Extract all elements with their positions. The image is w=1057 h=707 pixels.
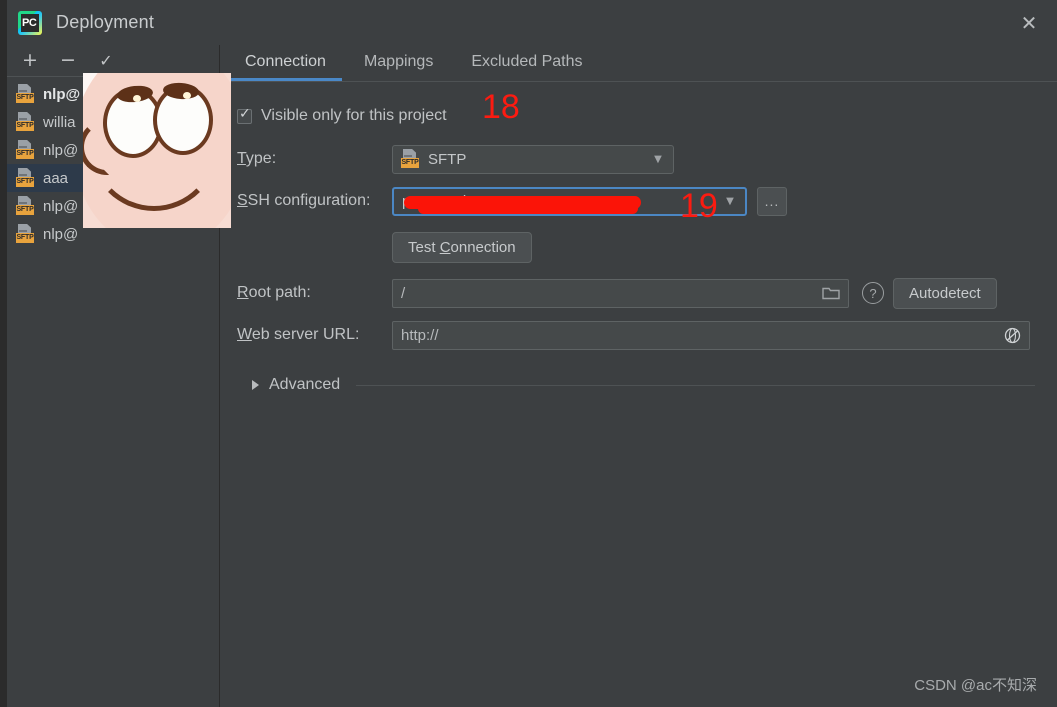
root-path-value: /: [401, 284, 406, 302]
list-item-label: nlp@: [43, 85, 81, 103]
type-combo[interactable]: SFTP SFTP ▼: [392, 144, 674, 174]
type-label: Type:: [237, 150, 277, 167]
test-connection-button[interactable]: Test Connection: [392, 231, 532, 263]
dialog-titlebar: PC Deployment ✕: [7, 0, 1057, 45]
list-item-label: nlp@: [43, 197, 79, 215]
visible-only-checkbox[interactable]: [237, 106, 252, 124]
chevron-down-icon[interactable]: ▼: [647, 154, 669, 165]
test-connection-row: Test Connection: [237, 230, 1035, 264]
type-value: SFTP: [428, 150, 467, 168]
sftp-icon: SFTP: [16, 196, 36, 216]
advanced-label: Advanced: [269, 376, 341, 393]
sftp-icon: SFTP: [401, 149, 421, 169]
annotation-number: 18: [482, 88, 520, 126]
tab-connection[interactable]: Connection: [229, 45, 342, 81]
sftp-icon: SFTP: [16, 224, 36, 244]
tab-excluded-paths[interactable]: Excluded Paths: [455, 45, 598, 81]
sftp-icon: SFTP: [16, 140, 36, 160]
tab-mappings[interactable]: Mappings: [348, 45, 449, 81]
deployment-sidebar: + − ✓ SFTP nlp@ SFTP willia SFTP nlp@ SF…: [7, 45, 231, 707]
visible-only-row: Visible only for this project: [237, 99, 1035, 133]
web-server-url-value: http://: [401, 326, 439, 344]
screenshot-root: PC Deployment ✕ + − ✓ SFTP nlp@ SFTP wil…: [0, 0, 1057, 707]
root-path-row: Root path: / ? Autodetect: [237, 276, 1035, 310]
tab-divider: [229, 81, 1057, 82]
chevron-right-icon[interactable]: [252, 380, 259, 390]
advanced-section-header[interactable]: Advanced: [237, 376, 1035, 394]
dialog-title: Deployment: [56, 12, 155, 32]
type-row: Type: SFTP SFTP ▼: [237, 142, 1035, 176]
close-icon[interactable]: ✕: [1001, 0, 1057, 45]
autodetect-button[interactable]: Autodetect: [893, 277, 997, 309]
csdn-watermark: CSDN @ac不知深: [914, 677, 1037, 694]
remove-button[interactable]: −: [57, 50, 79, 72]
help-icon[interactable]: ?: [862, 282, 884, 304]
deployment-dialog: PC Deployment ✕ + − ✓ SFTP nlp@ SFTP wil…: [6, 0, 1057, 707]
folder-icon[interactable]: [822, 286, 840, 300]
advanced-divider: [356, 384, 1035, 386]
ssh-configuration-browse-button[interactable]: ...: [757, 186, 787, 216]
web-server-url-row: Web server URL: http://: [237, 318, 1035, 352]
root-path-label: Root path:: [237, 284, 311, 301]
list-item-label: willia: [43, 113, 76, 131]
list-item-label: nlp@: [43, 141, 79, 159]
list-item-label: nlp@: [43, 225, 79, 243]
chevron-down-icon[interactable]: ▼: [719, 196, 741, 207]
set-default-button[interactable]: ✓: [95, 50, 117, 72]
web-server-url-input[interactable]: http://: [392, 320, 1030, 350]
sftp-icon: SFTP: [16, 168, 36, 188]
globe-icon[interactable]: [1004, 327, 1021, 344]
redaction-marker: [418, 203, 638, 214]
web-server-url-label: Web server URL:: [237, 326, 360, 343]
root-path-input[interactable]: /: [392, 278, 849, 308]
connection-panel: Connection Mappings Excluded Paths Visib…: [220, 45, 1057, 707]
add-button[interactable]: +: [19, 50, 41, 72]
connection-form: Visible only for this project Type: SFTP…: [220, 83, 1057, 394]
pasted-sticker-image: [83, 73, 231, 228]
visible-only-label: Visible only for this project: [261, 107, 447, 124]
dialog-body: + − ✓ SFTP nlp@ SFTP willia SFTP nlp@ SF…: [7, 45, 1057, 707]
tab-bar: Connection Mappings Excluded Paths: [220, 45, 1057, 83]
pycharm-icon: PC: [18, 10, 42, 35]
ssh-configuration-label: SSH configuration:: [237, 192, 371, 209]
annotation-number: 19: [680, 187, 718, 225]
sftp-icon: SFTP: [16, 112, 36, 132]
list-item-label: aaa: [43, 169, 69, 187]
sftp-icon: SFTP: [16, 84, 36, 104]
